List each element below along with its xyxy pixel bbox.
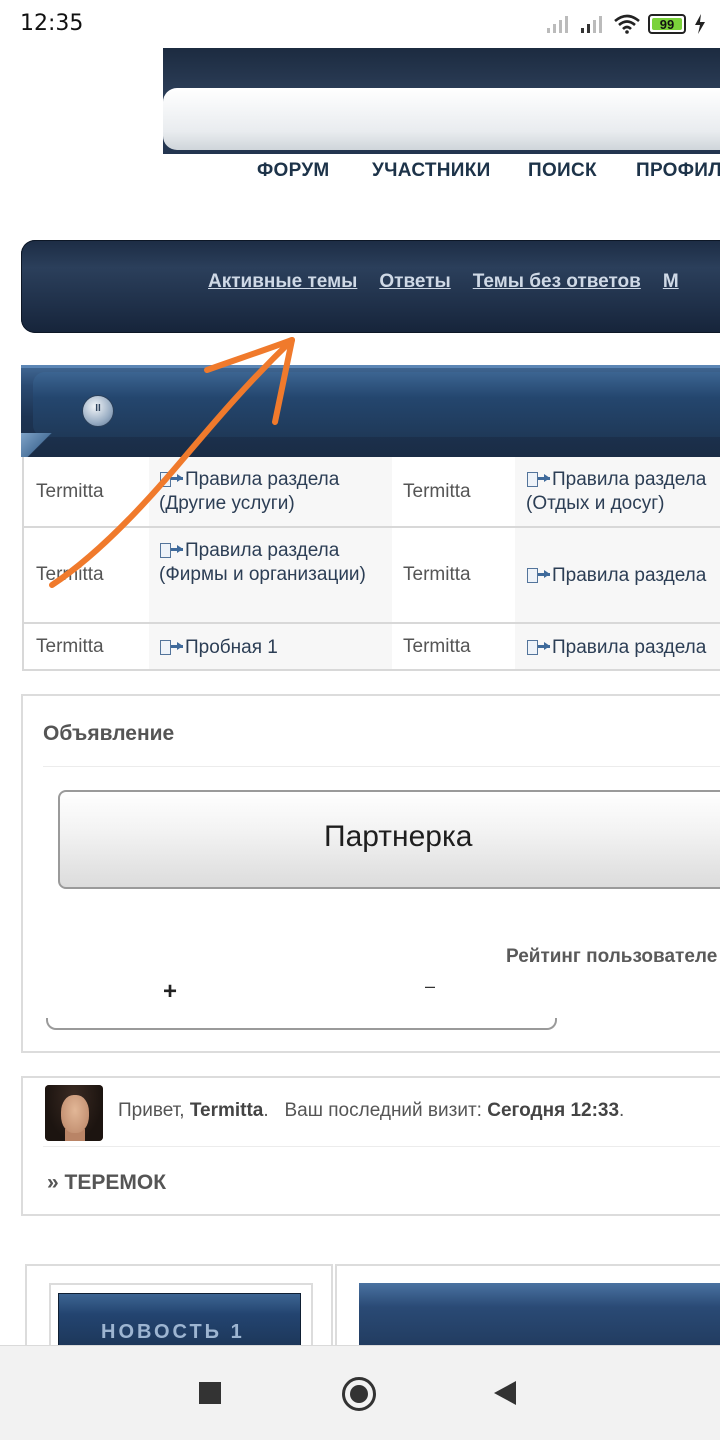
nav-search-link[interactable]: ПОИСК xyxy=(528,160,597,182)
quick-links-bar: Активные темы Ответы Темы без ответов М xyxy=(21,240,720,333)
replies-link[interactable]: Ответы xyxy=(379,271,450,292)
topic-title[interactable]: Правила раздела (Отдых и досуг) xyxy=(526,468,720,516)
main-nav: ФОРУМ УЧАСТНИКИ ПОИСК ПРОФИЛЬ xyxy=(0,160,720,190)
partner-button-label: Партнерка xyxy=(324,820,473,853)
screen: { "status_bar": { "time": "12:35", "batt… xyxy=(0,0,720,1440)
signal-icon xyxy=(581,16,602,33)
user-rating-label: Рейтинг пользователе xyxy=(506,946,718,967)
topic-title[interactable]: Правила раздела (Другие услуги) xyxy=(159,468,389,516)
back-icon[interactable] xyxy=(494,1381,516,1405)
topic-arrow-icon xyxy=(159,543,183,558)
breadcrumb[interactable]: » ТЕРЕМОК xyxy=(47,1171,166,1195)
recent-topics-table: Termitta Правила раздела (Другие услуги)… xyxy=(22,457,720,671)
topic-author[interactable]: Termitta xyxy=(403,564,471,586)
nav-members-link[interactable]: УЧАСТНИКИ xyxy=(372,160,491,182)
rating-plus-button[interactable]: + xyxy=(163,978,177,1006)
topic-title[interactable]: Пробная 1 xyxy=(159,636,389,660)
topic-author[interactable]: Termitta xyxy=(36,636,104,658)
topic-title[interactable]: Правила раздела xyxy=(526,564,720,588)
news-tab-label: НОВОСТЬ 1 xyxy=(101,1321,245,1343)
rating-minus-button[interactable]: – xyxy=(425,976,435,997)
divider xyxy=(43,766,720,767)
topic-title[interactable]: Правила раздела xyxy=(526,636,720,660)
pause-icon[interactable] xyxy=(82,395,114,427)
table-row: Termitta Пробная 1 Termitta Правила разд… xyxy=(24,624,720,671)
table-row: Termitta Правила раздела (Другие услуги)… xyxy=(24,457,720,528)
user-info-box: Привет, Termitta. Ваш последний визит: С… xyxy=(21,1076,720,1216)
topic-author[interactable]: Termitta xyxy=(403,636,471,658)
rating-bar xyxy=(46,1018,557,1030)
charging-icon xyxy=(695,14,705,34)
news-tab[interactable]: НОВОСТЬ 1 xyxy=(58,1293,301,1353)
active-topics-link[interactable]: Активные темы xyxy=(208,271,357,292)
last-visit-time: Сегодня 12:33 xyxy=(487,1100,620,1121)
battery-icon: 99 xyxy=(648,14,686,34)
table-row: Termitta Правила раздела (Фирмы и органи… xyxy=(24,528,720,624)
status-bar: 12:35 99 xyxy=(0,0,720,48)
welcome-text: Привет, Termitta. Ваш последний визит: С… xyxy=(118,1100,625,1121)
username[interactable]: Termitta xyxy=(190,1100,264,1121)
status-icons: 99 xyxy=(546,12,706,36)
announcement-heading: Объявление xyxy=(43,722,175,745)
wifi-icon xyxy=(614,14,640,34)
topic-arrow-icon xyxy=(526,640,550,655)
topic-arrow-icon xyxy=(526,472,550,487)
status-time: 12:35 xyxy=(20,11,84,36)
unanswered-topics-link[interactable]: Темы без ответов xyxy=(473,271,641,292)
nav-forum-link[interactable]: ФОРУМ xyxy=(257,160,330,182)
topic-arrow-icon xyxy=(159,640,183,655)
more-link[interactable]: М xyxy=(663,271,679,292)
battery-level: 99 xyxy=(659,16,675,32)
topic-author[interactable]: Termitta xyxy=(36,481,104,503)
divider xyxy=(43,1146,720,1147)
signal-icon xyxy=(547,16,568,33)
announcement-box: Объявление Партнерка Рейтинг пользовател… xyxy=(21,694,720,1053)
side-widget xyxy=(335,1264,720,1363)
avatar[interactable] xyxy=(45,1085,103,1141)
nav-profile-link[interactable]: ПРОФИЛЬ xyxy=(636,160,720,182)
recent-topics-header xyxy=(21,365,720,457)
topic-author[interactable]: Termitta xyxy=(403,481,471,503)
topic-arrow-icon xyxy=(526,568,550,583)
forum-header-banner xyxy=(163,48,720,154)
topic-title[interactable]: Правила раздела (Фирмы и организации) xyxy=(159,539,374,587)
topic-arrow-icon xyxy=(159,472,183,487)
home-icon[interactable] xyxy=(342,1377,376,1411)
partner-button[interactable]: Партнерка xyxy=(58,790,720,889)
header-search-strip xyxy=(163,88,720,150)
topic-author[interactable]: Termitta xyxy=(36,564,104,586)
system-nav-bar xyxy=(0,1345,720,1440)
recents-icon[interactable] xyxy=(199,1382,221,1404)
